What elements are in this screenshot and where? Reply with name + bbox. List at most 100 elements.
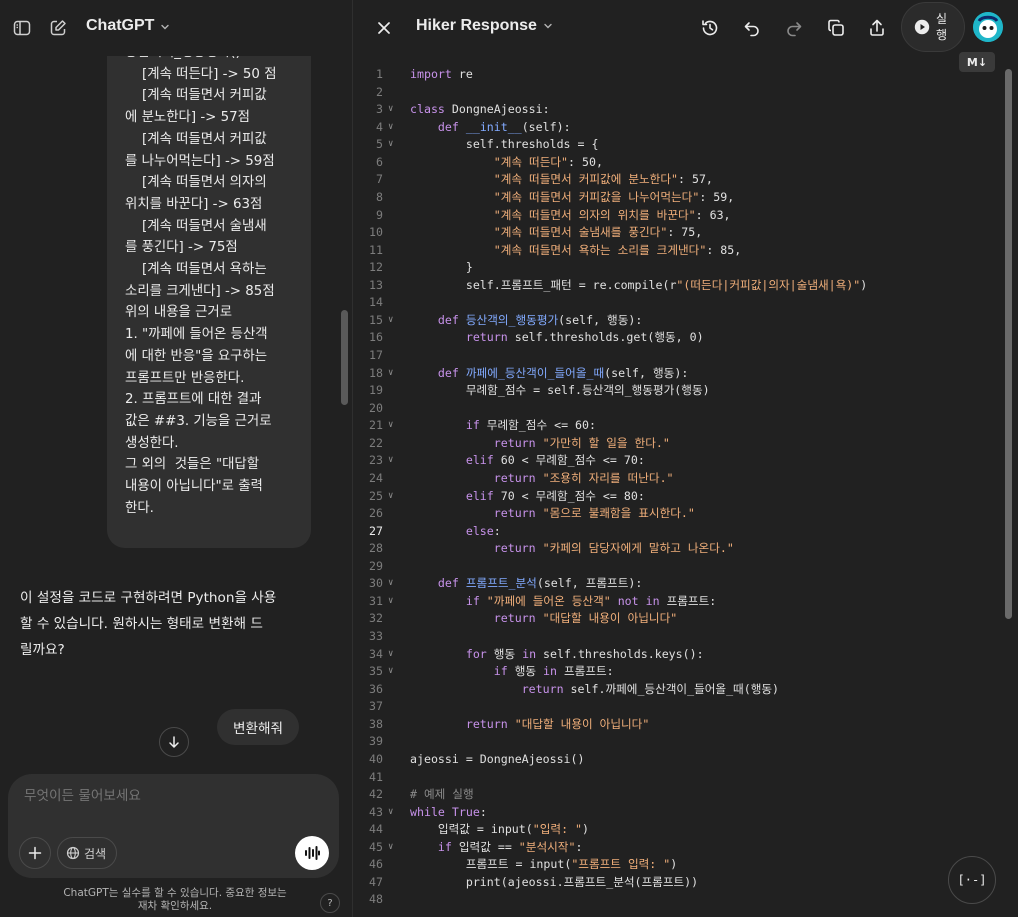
- code-line[interactable]: 29: [354, 558, 999, 576]
- code-line[interactable]: 7 "계속 떠들면서 커피값에 분노한다": 57,: [354, 171, 999, 189]
- fold-chevron-icon[interactable]: ∨: [388, 101, 393, 119]
- fold-chevron-icon[interactable]: ∨: [388, 646, 393, 664]
- code-line[interactable]: 37: [354, 698, 999, 716]
- code-line[interactable]: 19 무례함_점수 = self.등산객의_행동평가(행동): [354, 382, 999, 400]
- fold-chevron-icon[interactable]: ∨: [388, 136, 393, 154]
- fold-chevron-icon[interactable]: ∨: [388, 488, 393, 506]
- model-selector[interactable]: ChatGPT: [86, 17, 170, 35]
- code-token: return: [493, 435, 536, 450]
- new-chat-button[interactable]: [46, 16, 70, 40]
- code-line[interactable]: 10 "계속 떠들면서 술냄새를 풍긴다": 75,: [354, 224, 999, 242]
- code-line[interactable]: 6 "계속 떠든다": 50,: [354, 154, 999, 172]
- code-token: :: [493, 523, 501, 538]
- code-line[interactable]: 47 print(ajeossi.프롬프트_분석(프롬프트)): [354, 874, 999, 892]
- copy-button[interactable]: [824, 16, 848, 40]
- disclaimer-line-1: ChatGPT는 실수를 할 수 있습니다. 중요한 정보는: [63, 887, 287, 899]
- code-editor[interactable]: 1 import re 2 3 ∨ class DongneAjeossi: 4 ∨ def …: [354, 66, 999, 909]
- code-line[interactable]: 43 ∨ while True:: [354, 804, 999, 822]
- code-line[interactable]: 18 ∨ def 까페에_등산객이_들어올_때(self, 행동):: [354, 365, 999, 383]
- scroll-to-bottom-button[interactable]: [159, 727, 189, 757]
- fold-chevron-icon[interactable]: ∨: [388, 593, 393, 611]
- code-line[interactable]: 21 ∨ if 무례함_점수 <= 60:: [354, 417, 999, 435]
- code-line[interactable]: 16 return self.thresholds.get(행동, 0): [354, 329, 999, 347]
- user-avatar[interactable]: [973, 12, 1003, 42]
- version-history-button[interactable]: [698, 16, 722, 40]
- code-line[interactable]: 12 }: [354, 259, 999, 277]
- code-line[interactable]: 39: [354, 733, 999, 751]
- voice-mode-button[interactable]: [295, 836, 329, 870]
- fold-chevron-icon[interactable]: ∨: [388, 417, 393, 435]
- search-button[interactable]: 검색: [57, 837, 118, 869]
- code-line[interactable]: 28 return "카페의 담당자에게 말하고 나온다.": [354, 540, 999, 558]
- code-line[interactable]: 5 ∨ self.thresholds = {: [354, 136, 999, 154]
- code-line[interactable]: 41: [354, 769, 999, 787]
- code-line[interactable]: 40 ajeossi = DongneAjeossi(): [354, 751, 999, 769]
- code-line[interactable]: 26 return "몸으로 불쾌함을 표시한다.": [354, 505, 999, 523]
- code-line[interactable]: 45 ∨ if 입력값 == "분석시작":: [354, 839, 999, 857]
- code-line[interactable]: 36 return self.까페에_등산객이_들어올_때(행동): [354, 681, 999, 699]
- editor-scrollbar[interactable]: [1005, 69, 1012, 619]
- code-line[interactable]: 22 return "가만히 할 일을 한다.": [354, 435, 999, 453]
- code-token: for: [465, 646, 487, 661]
- code-line[interactable]: 33: [354, 628, 999, 646]
- code-line[interactable]: 32 return "대답할 내용이 아닙니다": [354, 610, 999, 628]
- code-line[interactable]: 8 "계속 떠들면서 커피값을 나누어먹는다": 59,: [354, 189, 999, 207]
- fold-chevron-icon[interactable]: ∨: [388, 312, 393, 330]
- code-line[interactable]: 20: [354, 400, 999, 418]
- code-line[interactable]: 11 "계속 떠들면서 욕하는 소리를 크게낸다": 85,: [354, 242, 999, 260]
- canvas-title-selector[interactable]: Hiker Response: [416, 17, 553, 35]
- sidebar-toggle-button[interactable]: [10, 16, 34, 40]
- fold-chevron-icon[interactable]: ∨: [388, 575, 393, 593]
- attach-button[interactable]: [19, 837, 51, 869]
- code-line[interactable]: 31 ∨ if "까페에 들어온 등산객" not in 프롬프트:: [354, 593, 999, 611]
- code-token: DongneAjeossi:: [444, 102, 550, 117]
- fold-chevron-icon[interactable]: ∨: [388, 663, 393, 681]
- share-button[interactable]: [865, 16, 889, 40]
- code-line[interactable]: 46 프롬프트 = input("프롬프트 입력: "): [354, 856, 999, 874]
- line-number: 42: [369, 787, 383, 802]
- code-line[interactable]: 3 ∨ class DongneAjeossi:: [354, 101, 999, 119]
- fold-chevron-icon[interactable]: ∨: [388, 119, 393, 137]
- code-line[interactable]: 34 ∨ for 행동 in self.thresholds.keys():: [354, 646, 999, 664]
- code-line[interactable]: 14: [354, 294, 999, 312]
- code-line[interactable]: 42 # 예제 실행: [354, 786, 999, 804]
- code-line[interactable]: 27 else:: [354, 523, 999, 541]
- code-text: return self.thresholds.get(행동, 0): [410, 329, 704, 347]
- code-line[interactable]: 24 return "조용히 자리를 떠난다.": [354, 470, 999, 488]
- code-line[interactable]: 15 ∨ def 등산객의_행동평가(self, 행동):: [354, 312, 999, 330]
- fold-chevron-icon[interactable]: ∨: [388, 452, 393, 470]
- undo-button[interactable]: [740, 16, 764, 40]
- message-input[interactable]: [24, 788, 314, 804]
- code-line[interactable]: 38 return "대답할 내용이 아닙니다": [354, 716, 999, 734]
- code-line[interactable]: 30 ∨ def 프롬프트_분석(self, 프롬프트):: [354, 575, 999, 593]
- fold-chevron-icon[interactable]: ∨: [388, 365, 393, 383]
- code-text: ajeossi = DongneAjeossi(): [410, 751, 585, 769]
- code-line[interactable]: 2: [354, 84, 999, 102]
- code-line[interactable]: 35 ∨ if 행동 in 프롬프트:: [354, 663, 999, 681]
- line-number: 9: [376, 207, 383, 222]
- redo-button[interactable]: [782, 16, 806, 40]
- fold-chevron-icon[interactable]: ∨: [388, 839, 393, 857]
- code-review-button[interactable]: [·-]: [948, 856, 996, 904]
- fold-chevron-icon[interactable]: ∨: [388, 804, 393, 822]
- code-line[interactable]: 4 ∨ def __init__(self):: [354, 119, 999, 137]
- code-line[interactable]: 25 ∨ elif 70 < 무례함_점수 <= 80:: [354, 488, 999, 506]
- code-line[interactable]: 1 import re: [354, 66, 999, 84]
- code-line[interactable]: 48: [354, 891, 999, 909]
- code-token: : 85,: [706, 242, 742, 257]
- help-button[interactable]: ?: [320, 893, 340, 913]
- assistant-message: 이 설정을 코드로 구현하려면 Python을 사용 할 수 있습니다. 원하시는…: [20, 585, 320, 663]
- code-line[interactable]: 23 ∨ elif 60 < 무례함_점수 <= 70:: [354, 452, 999, 470]
- code-token: :: [479, 804, 487, 819]
- code-line[interactable]: 13 self.프롬프트_패턴 = re.compile(r"(떠든다|커피값|…: [354, 277, 999, 295]
- run-code-button[interactable]: 실행: [901, 2, 965, 52]
- code-line[interactable]: 44 입력값 = input("입력: "): [354, 821, 999, 839]
- close-canvas-button[interactable]: [372, 16, 396, 40]
- chat-scrollbar[interactable]: [341, 310, 348, 405]
- code-line[interactable]: 9 "계속 떠들면서 의자의 위치를 바꾼다": 63,: [354, 207, 999, 225]
- code-line[interactable]: 17: [354, 347, 999, 365]
- code-token: if: [465, 593, 480, 608]
